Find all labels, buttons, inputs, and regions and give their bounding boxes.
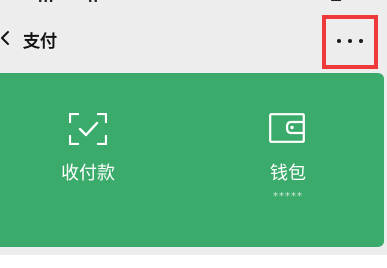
chevron-left-icon: [1, 31, 9, 45]
receive-pay-label: 收付款: [61, 163, 115, 184]
status-bar-text-fragment: ıl: [88, 0, 99, 6]
page-title: 支付: [23, 32, 57, 52]
back-button[interactable]: [0, 26, 14, 50]
wallet-label: 钱包: [270, 163, 306, 184]
dot: [359, 39, 363, 43]
more-horizontal-icon: [335, 39, 367, 45]
dot: [337, 39, 341, 43]
wallet-tile[interactable]: 钱包 *****: [192, 73, 384, 247]
navigation-bar: 支付: [0, 8, 387, 69]
next-section-edge: [0, 255, 387, 268]
status-bar-text-fragment: ▬: [330, 0, 343, 6]
scan-check-icon: [69, 113, 107, 145]
wallet-icon: [269, 113, 305, 143]
pay-card: 收付款 钱包 *****: [0, 73, 384, 247]
status-bar: ıll ıl ▬: [0, 0, 387, 8]
wechat-pay-page: ıll ıl ▬ 支付 收付款: [0, 0, 387, 268]
wallet-balance-masked: *****: [273, 191, 303, 202]
dot: [348, 39, 352, 43]
status-bar-text-fragment: ıll: [38, 0, 54, 6]
receive-pay-tile[interactable]: 收付款: [0, 73, 192, 247]
more-options-button[interactable]: [322, 15, 378, 69]
